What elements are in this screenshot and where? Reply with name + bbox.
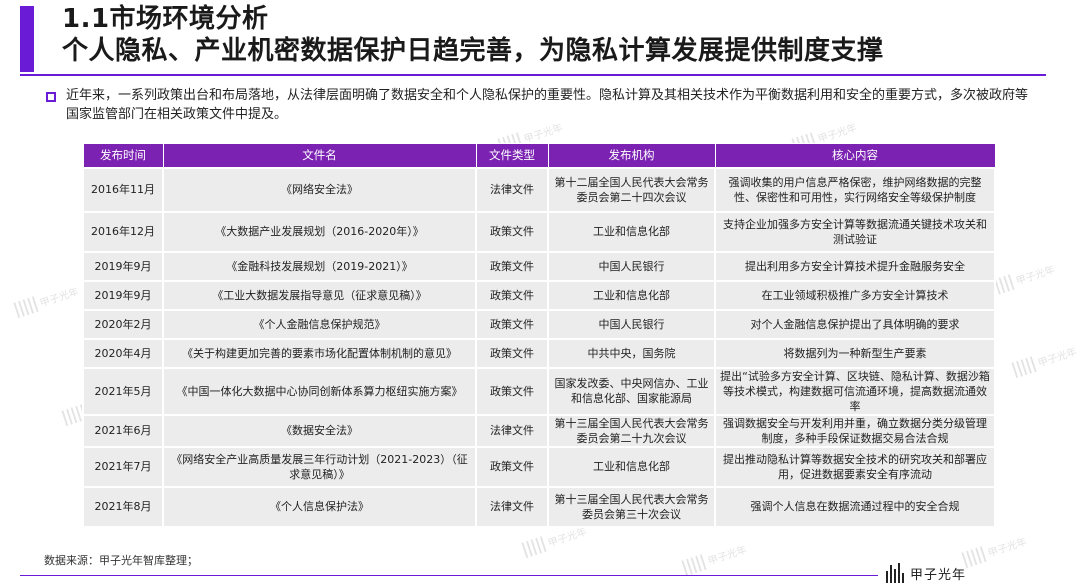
- header-file-name: 文件名: [162, 143, 477, 168]
- header-file-type: 文件类型: [475, 143, 549, 168]
- cell-issuer: 工业和信息化部: [547, 279, 716, 311]
- table-row: 2020年2月 《个人金融信息保护规范》 政策文件 中国人民银行 对个人金融信息…: [82, 308, 996, 340]
- bullet-square-icon: [46, 92, 56, 102]
- cell-core-content: 强调数据安全与开发利用并重，确立数据分类分级管理制度，多种手段保证数据交易合法合…: [714, 413, 996, 448]
- cell-core-content: 强调个人信息在数据流通过程中的安全合规: [714, 485, 996, 528]
- cell-file-name: 《关于构建更加完善的要素市场化配置体制机制的意见》: [162, 337, 477, 369]
- section-title: 1.1市场环境分析: [62, 4, 269, 34]
- footer-divider: [20, 575, 878, 576]
- cell-issuer: 国家发改委、中央网信办、工业和信息化部、国家能源局: [547, 366, 716, 416]
- header-date: 发布时间: [82, 143, 164, 168]
- table-row: 2020年4月 《关于构建更加完善的要素市场化配置体制机制的意见》 政策文件 中…: [82, 337, 996, 369]
- cell-date: 2016年12月: [82, 210, 164, 253]
- cell-file-name: 《数据安全法》: [162, 413, 477, 448]
- cell-file-type: 政策文件: [475, 250, 549, 282]
- table-row: 2019年9月 《金融科技发展规划（2019-2021）》 政策文件 中国人民银…: [82, 250, 996, 282]
- cell-core-content: 提出推动隐私计算等数据安全技术的研究攻关和部署应用，促进数据要素安全有序流动: [714, 445, 996, 488]
- cell-core-content: 将数据列为一种新型生产要素: [714, 337, 996, 369]
- cell-date: 2021年5月: [82, 366, 164, 416]
- cell-issuer: 中国人民银行: [547, 308, 716, 340]
- watermark: |||||甲子光年: [678, 544, 749, 577]
- watermark: |||||甲子光年: [986, 264, 1057, 297]
- cell-date: 2021年8月: [82, 485, 164, 528]
- header-core-content: 核心内容: [714, 143, 996, 168]
- cell-issuer: 第十三届全国人民代表大会常务委员会第三十次会议: [547, 485, 716, 528]
- cell-issuer: 第十二届全国人民代表大会常务委员会第二十四次会议: [547, 166, 716, 213]
- cell-file-name: 《金融科技发展规划（2019-2021）》: [162, 250, 477, 282]
- cell-file-name: 《个人金融信息保护规范》: [162, 308, 477, 340]
- cell-date: 2021年6月: [82, 413, 164, 448]
- cell-date: 2020年4月: [82, 337, 164, 369]
- cell-file-type: 法律文件: [475, 166, 549, 213]
- cell-file-name: 《网络安全法》: [162, 166, 477, 213]
- cell-issuer: 第十三届全国人民代表大会常务委员会第二十九次会议: [547, 413, 716, 448]
- cell-issuer: 中共中央，国务院: [547, 337, 716, 369]
- cell-core-content: 提出“试验多方安全计算、区块链、隐私计算、数据沙箱等技术模式，构建数据可信流通环…: [714, 366, 996, 416]
- cell-issuer: 工业和信息化部: [547, 210, 716, 253]
- cell-core-content: 支持企业加强多方安全计算等数据流通关键技术攻关和测试验证: [714, 210, 996, 253]
- cell-file-name: 《大数据产业发展规划（2016-2020年）》: [162, 210, 477, 253]
- cell-file-type: 政策文件: [475, 279, 549, 311]
- cell-file-type: 政策文件: [475, 308, 549, 340]
- watermark: |||||甲子光年: [958, 536, 1029, 569]
- header-divider: [20, 74, 1046, 76]
- cell-file-name: 《中国一体化大数据中心协同创新体系算力枢纽实施方案》: [162, 366, 477, 416]
- cell-file-type: 政策文件: [475, 337, 549, 369]
- intro-paragraph: 近年来，一系列政策出台和布局落地，从法律层面明确了数据安全和个人隐私保护的重要性…: [66, 88, 1029, 122]
- cell-core-content: 在工业领域积极推广多方安全计算技术: [714, 279, 996, 311]
- table-row: 2016年12月 《大数据产业发展规划（2016-2020年）》 政策文件 工业…: [82, 210, 996, 253]
- cell-file-type: 政策文件: [475, 366, 549, 416]
- cell-date: 2019年9月: [82, 279, 164, 311]
- table-row: 2021年7月 《网络安全产业高质量发展三年行动计划（2021-2023）（征求…: [82, 445, 996, 488]
- cell-issuer: 中国人民银行: [547, 250, 716, 282]
- brand-logo: 甲子光年: [886, 563, 966, 583]
- cell-file-type: 法律文件: [475, 485, 549, 528]
- cell-date: 2020年2月: [82, 308, 164, 340]
- data-source-note: 数据来源：甲子光年智库整理；: [44, 554, 198, 567]
- title-accent-bar: [20, 6, 34, 72]
- cell-file-type: 法律文件: [475, 413, 549, 448]
- table-row: 2019年9月 《工业大数据发展指导意见（征求意见稿）》 政策文件 工业和信息化…: [82, 279, 996, 311]
- cell-core-content: 提出利用多方安全计算技术提升金融服务安全: [714, 250, 996, 282]
- watermark: |||||甲子光年: [1008, 346, 1079, 379]
- cell-core-content: 强调收集的用户信息严格保密，维护网络数据的完整性、保密性和可用性，实行网络安全等…: [714, 166, 996, 213]
- cell-core-content: 对个人金融信息保护提出了具体明确的要求: [714, 308, 996, 340]
- table-header-row: 发布时间 文件名 文件类型 发布机构 核心内容: [82, 143, 996, 168]
- cell-file-name: 《网络安全产业高质量发展三年行动计划（2021-2023）（征求意见稿）》: [162, 445, 477, 488]
- cell-date: 2021年7月: [82, 445, 164, 488]
- policy-table: 发布时间 文件名 文件类型 发布机构 核心内容 2016年11月 《网络安全法》…: [82, 143, 996, 528]
- table-row: 2016年11月 《网络安全法》 法律文件 第十二届全国人民代表大会常务委员会第…: [82, 166, 996, 213]
- cell-date: 2016年11月: [82, 166, 164, 213]
- logo-text: 甲子光年: [910, 567, 967, 583]
- cell-file-name: 《工业大数据发展指导意见（征求意见稿）》: [162, 279, 477, 311]
- cell-file-name: 《个人信息保护法》: [162, 485, 477, 528]
- header-issuer: 发布机构: [547, 143, 716, 168]
- logo-bars-icon: [886, 563, 904, 583]
- cell-date: 2019年9月: [82, 250, 164, 282]
- table-row: 2021年8月 《个人信息保护法》 法律文件 第十三届全国人民代表大会常务委员会…: [82, 485, 996, 528]
- table-row: 2021年6月 《数据安全法》 法律文件 第十三届全国人民代表大会常务委员会第二…: [82, 413, 996, 448]
- table-row: 2021年5月 《中国一体化大数据中心协同创新体系算力枢纽实施方案》 政策文件 …: [82, 366, 996, 416]
- cell-file-type: 政策文件: [475, 210, 549, 253]
- watermark: |||||甲子光年: [10, 286, 81, 319]
- cell-issuer: 工业和信息化部: [547, 445, 716, 488]
- page-headline: 个人隐私、产业机密数据保护日趋完善，为隐私计算发展提供制度支撑: [62, 36, 884, 66]
- cell-file-type: 政策文件: [475, 445, 549, 488]
